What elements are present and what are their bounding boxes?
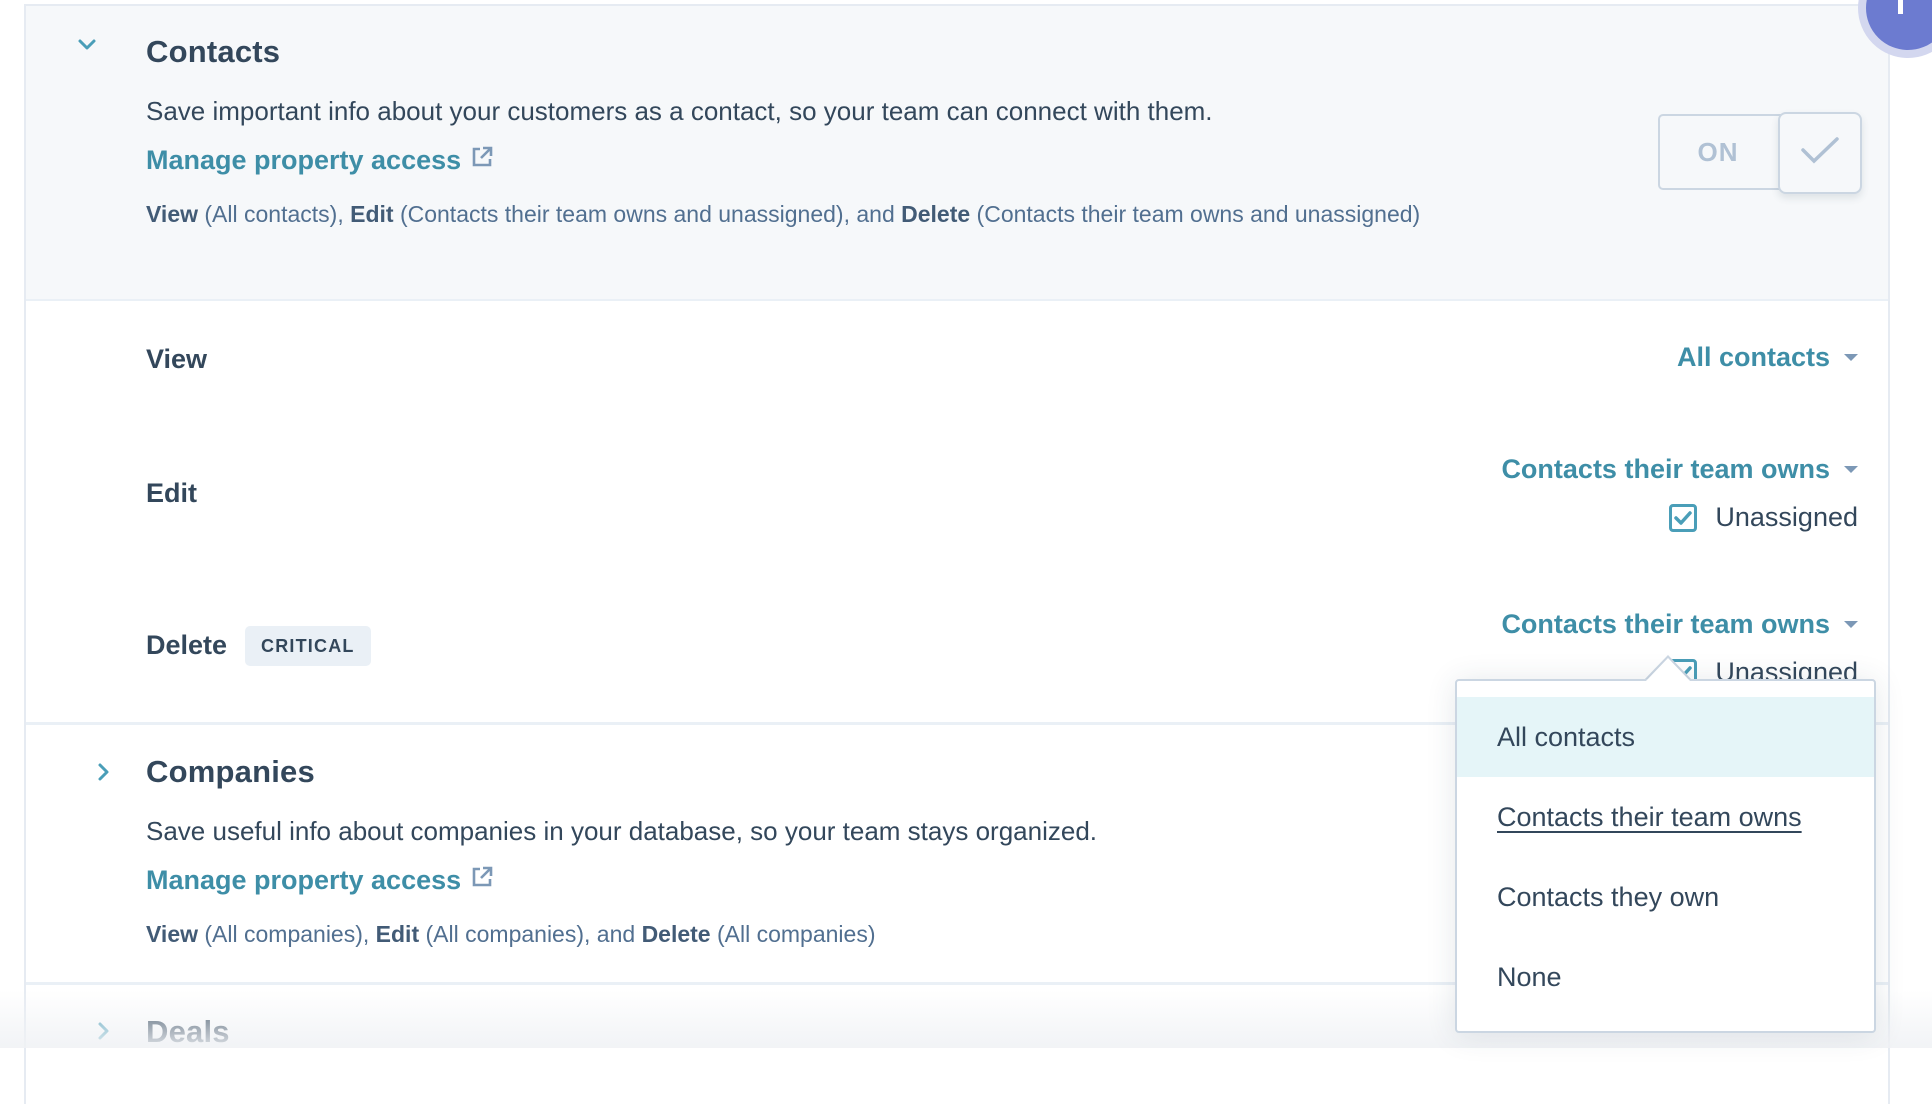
dropdown-option-contacts-their-team-owns[interactable]: Contacts their team owns xyxy=(1457,777,1874,857)
companies-manage-property-access-link[interactable]: Manage property access xyxy=(146,864,495,897)
dropdown-options-list: All contacts Contacts their team owns Co… xyxy=(1457,697,1874,1017)
summary-delete-value: (Contacts their team owns and unassigned… xyxy=(970,201,1421,227)
contacts-title[interactable]: Contacts xyxy=(146,34,280,70)
option-label: Contacts their team owns xyxy=(1497,801,1802,832)
delete-select-value: Contacts their team owns xyxy=(1501,609,1830,639)
dropdown-option-contacts-they-own[interactable]: Contacts they own xyxy=(1457,857,1874,937)
permission-options-dropdown: All contacts Contacts their team owns Co… xyxy=(1455,679,1876,1033)
edit-permission-label: Edit xyxy=(146,478,197,508)
chevron-down-icon[interactable] xyxy=(76,34,98,56)
option-label: All contacts xyxy=(1497,721,1636,752)
summary-edit-label: Edit xyxy=(375,921,420,947)
external-link-icon xyxy=(469,144,495,177)
edit-permission-select[interactable]: Contacts their team owns xyxy=(1501,454,1858,485)
summary-view-label: View xyxy=(146,921,198,947)
caret-down-icon xyxy=(1844,354,1858,361)
edit-select-value: Contacts their team owns xyxy=(1501,454,1830,484)
summary-view-value: (All companies), xyxy=(198,921,376,947)
summary-delete-value: (All companies) xyxy=(710,921,876,947)
caret-down-icon xyxy=(1844,466,1858,473)
checkmark-icon xyxy=(1800,136,1840,171)
option-label: None xyxy=(1497,961,1562,992)
summary-view-value: (All contacts), xyxy=(198,201,351,227)
option-label: Contacts they own xyxy=(1497,881,1720,912)
summary-edit-value: (All companies), and xyxy=(419,921,642,947)
toggle-on-label: ON xyxy=(1658,114,1788,190)
view-permission-select[interactable]: All contacts xyxy=(1677,342,1858,373)
contacts-section-header: Contacts Save important info about your … xyxy=(26,6,1888,301)
deals-title[interactable]: Deals xyxy=(146,1014,230,1050)
view-select-value: All contacts xyxy=(1676,342,1830,372)
chevron-right-icon[interactable] xyxy=(92,1020,114,1042)
dropdown-option-all-contacts[interactable]: All contacts xyxy=(1457,697,1874,777)
companies-description: Save useful info about companies in your… xyxy=(146,816,1098,846)
chevron-right-icon[interactable] xyxy=(92,761,114,783)
summary-edit-label: Edit xyxy=(350,201,394,227)
critical-badge: CRITICAL xyxy=(245,626,371,666)
caret-down-icon xyxy=(1844,621,1858,628)
manage-link-label: Manage property access xyxy=(146,865,462,895)
companies-permissions-summary: View (All companies), Edit (All companie… xyxy=(146,916,1346,952)
contacts-access-toggle[interactable]: ON xyxy=(1658,112,1862,194)
toggle-knob[interactable] xyxy=(1778,112,1862,194)
external-link-icon xyxy=(469,864,495,897)
dropdown-option-none[interactable]: None xyxy=(1457,937,1874,1017)
summary-delete-label: Delete xyxy=(641,921,711,947)
view-permission-label: View xyxy=(146,344,208,374)
contacts-permissions-summary: View (All contacts), Edit (Contacts thei… xyxy=(146,196,1486,232)
summary-view-label: View xyxy=(146,201,198,227)
summary-delete-label: Delete xyxy=(901,201,971,227)
companies-title[interactable]: Companies xyxy=(146,754,315,790)
delete-permission-select[interactable]: Contacts their team owns xyxy=(1501,609,1858,640)
contacts-manage-property-access-link[interactable]: Manage property access xyxy=(146,144,495,177)
delete-permission-label: Delete xyxy=(146,630,228,660)
checkbox-checked-icon[interactable] xyxy=(1669,503,1698,532)
dropdown-pointer-inner xyxy=(1645,658,1691,682)
edit-unassigned-checkbox[interactable]: Unassigned xyxy=(1669,502,1858,533)
step-number-icon xyxy=(1898,0,1903,14)
manage-link-label: Manage property access xyxy=(146,145,462,175)
contacts-description: Save important info about your customers… xyxy=(146,96,1213,126)
summary-edit-value: (Contacts their team owns and unassigned… xyxy=(393,201,902,227)
edit-unassigned-label: Unassigned xyxy=(1715,502,1858,532)
